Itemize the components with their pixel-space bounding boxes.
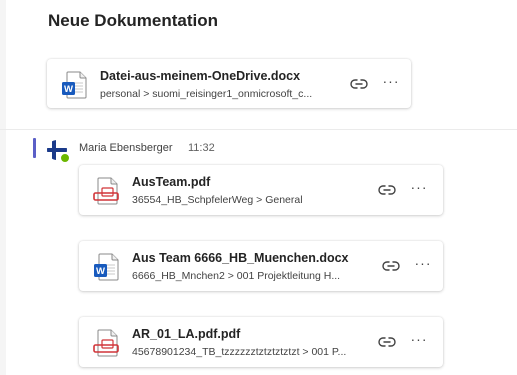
copy-link-button[interactable] bbox=[380, 255, 402, 277]
more-icon: ··· bbox=[414, 255, 432, 271]
divider bbox=[0, 129, 517, 130]
message-timestamp: 11:32 bbox=[188, 142, 215, 154]
more-options-button[interactable]: ··· bbox=[408, 331, 430, 353]
attachment-card[interactable]: AR_01_LA.pdf.pdf 45678901234_TB_tzzzzzzt… bbox=[79, 317, 443, 367]
link-icon bbox=[350, 79, 368, 89]
link-icon bbox=[378, 337, 396, 347]
more-options-button[interactable]: ··· bbox=[380, 73, 402, 95]
word-docx-icon: W bbox=[62, 71, 87, 99]
file-path: 36554_HB_SchpfelerWeg > General bbox=[132, 194, 303, 206]
file-path: 6666_HB_Mnchen2 > 001 Projektleitung H..… bbox=[132, 270, 341, 282]
pdf-icon bbox=[93, 177, 119, 205]
more-icon: ··· bbox=[410, 179, 428, 195]
copy-link-button[interactable] bbox=[376, 179, 398, 201]
message-accent-bar bbox=[33, 138, 36, 158]
more-icon: ··· bbox=[410, 331, 428, 347]
section-title: Neue Dokumentation bbox=[48, 11, 219, 30]
file-path: personal > suomi_reisinger1_onmicrosoft_… bbox=[100, 88, 313, 100]
file-card[interactable]: W Datei-aus-meinem-OneDrive.docx persona… bbox=[47, 59, 411, 108]
file-name[interactable]: Datei-aus-meinem-OneDrive.docx bbox=[100, 69, 325, 83]
file-path: 45678901234_TB_tzzzzzztztztztztzt > 001 … bbox=[132, 346, 347, 358]
more-options-button[interactable]: ··· bbox=[408, 179, 430, 201]
file-name[interactable]: AR_01_LA.pdf.pdf bbox=[132, 327, 362, 341]
word-docx-icon: W bbox=[94, 253, 119, 281]
svg-text:W: W bbox=[64, 84, 73, 95]
pdf-icon bbox=[93, 329, 119, 357]
copy-link-button[interactable] bbox=[376, 331, 398, 353]
copy-link-button[interactable] bbox=[348, 73, 370, 95]
svg-text:W: W bbox=[96, 266, 105, 277]
link-icon bbox=[382, 261, 400, 271]
attachment-card[interactable]: AusTeam.pdf 36554_HB_SchpfelerWeg > Gene… bbox=[79, 165, 443, 215]
attachment-card[interactable]: W Aus Team 6666_HB_Muenchen.docx 6666_HB… bbox=[79, 241, 443, 291]
file-name[interactable]: AusTeam.pdf bbox=[132, 175, 362, 189]
sender-name[interactable]: Maria Ebensberger bbox=[79, 142, 173, 154]
presence-available-icon bbox=[60, 153, 70, 163]
more-icon: ··· bbox=[382, 73, 400, 89]
left-rail bbox=[0, 0, 6, 375]
more-options-button[interactable]: ··· bbox=[412, 255, 434, 277]
link-icon bbox=[378, 185, 396, 195]
file-name[interactable]: Aus Team 6666_HB_Muenchen.docx bbox=[132, 251, 364, 265]
